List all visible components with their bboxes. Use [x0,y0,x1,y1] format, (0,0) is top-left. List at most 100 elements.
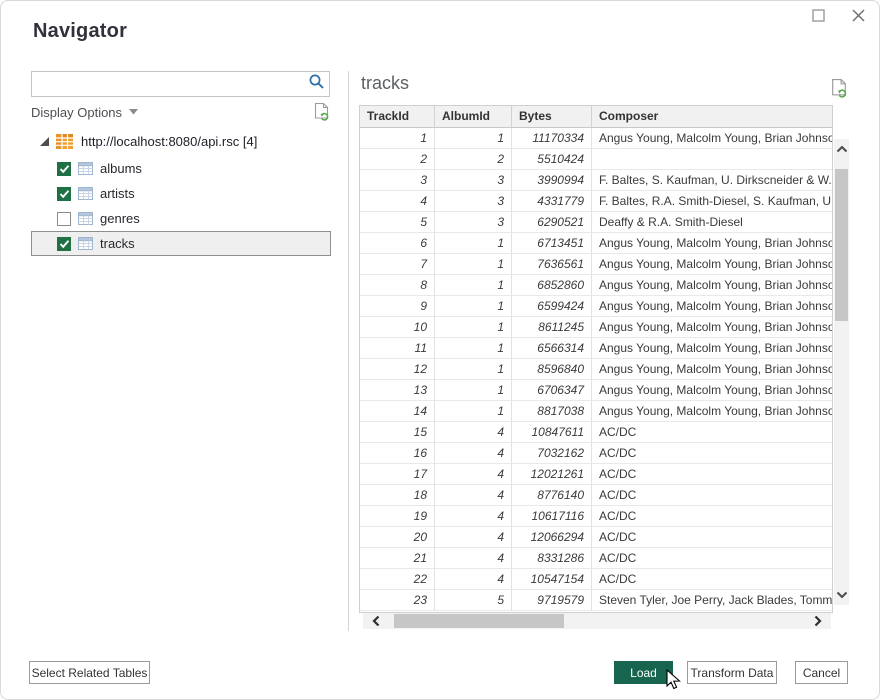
close-button[interactable] [845,5,871,31]
column-header-albumid[interactable]: AlbumId [435,106,512,127]
table-cell: Angus Young, Malcolm Young, Brian Johnso… [592,401,832,421]
cancel-button[interactable]: Cancel [795,661,848,684]
display-options-dropdown[interactable]: Display Options [31,105,122,120]
maximize-button[interactable] [805,5,831,31]
table-row[interactable]: 1316706347Angus Young, Malcolm Young, Br… [360,380,832,401]
checkbox-albums[interactable] [57,162,71,176]
column-header-composer[interactable]: Composer [592,106,832,127]
tree-item-artists[interactable]: artists [31,181,331,206]
preview-table-title: tracks [361,73,409,94]
table-cell: 7032162 [512,443,592,463]
table-cell: 13 [360,380,435,400]
table-row[interactable]: 17412021261AC/DC [360,464,832,485]
table-cell: 19 [360,506,435,526]
table-cell: AC/DC [592,485,832,505]
table-row[interactable]: 19410617116AC/DC [360,506,832,527]
tree-root-source[interactable]: http://localhost:8080/api.rsc [4] [31,129,333,153]
table-cell: 4331779 [512,191,592,211]
vertical-scrollbar[interactable] [834,139,849,605]
search-button[interactable] [303,72,329,96]
table-cell: Angus Young, Malcolm Young, Brian Johnso… [592,359,832,379]
page-title: Navigator [33,20,127,43]
table-cell: AC/DC [592,443,832,463]
table-cell: 11 [360,338,435,358]
table-cell: Angus Young, Malcolm Young, Brian Johnso… [592,128,832,148]
table-row[interactable]: 536290521Deaffy & R.A. Smith-Diesel [360,212,832,233]
column-header-bytes[interactable]: Bytes [512,106,592,127]
table-row[interactable]: 434331779F. Baltes, R.A. Smith-Diesel, S… [360,191,832,212]
table-cell: 10847611 [512,422,592,442]
table-cell: Angus Young, Malcolm Young, Brian Johnso… [592,275,832,295]
search-input[interactable] [32,72,303,96]
chevron-down-icon[interactable] [129,109,138,115]
search-box [31,71,330,97]
maximize-icon [812,9,825,27]
table-cell: 12066294 [512,527,592,547]
table-cell: 1 [435,254,512,274]
table-cell: 1 [360,128,435,148]
table-cell: 4 [435,569,512,589]
table-cell: 4 [435,527,512,547]
scroll-up-icon[interactable] [834,142,849,156]
table-cell: Deaffy & R.A. Smith-Diesel [592,212,832,232]
table-cell: 20 [360,527,435,547]
scroll-down-icon[interactable] [834,588,849,602]
table-row[interactable]: 2359719579Steven Tyler, Joe Perry, Jack … [360,590,832,611]
tree-item-albums[interactable]: albums [31,156,331,181]
table-cell: 1 [435,380,512,400]
checkbox-artists[interactable] [57,187,71,201]
table-row[interactable]: 1848776140AC/DC [360,485,832,506]
refresh-icon[interactable] [313,102,330,126]
table-cell: 6290521 [512,212,592,232]
column-header-trackid[interactable]: TrackId [360,106,435,127]
expand-collapse-icon[interactable] [40,137,50,146]
table-row[interactable]: 333990994F. Baltes, S. Kaufman, U. Dirks… [360,170,832,191]
table-cell: 4 [360,191,435,211]
table-cell: AC/DC [592,527,832,547]
source-url-label: http://localhost:8080/api.rsc [4] [81,134,257,149]
table-cell [592,149,832,169]
checkbox-tracks[interactable] [57,237,71,251]
table-row[interactable]: 616713451Angus Young, Malcolm Young, Bri… [360,233,832,254]
table-row[interactable]: 225510424 [360,149,832,170]
table-cell: 4 [435,464,512,484]
horizontal-scrollbar[interactable] [363,613,831,629]
table-cell: Angus Young, Malcolm Young, Brian Johnso… [592,380,832,400]
tree-item-genres[interactable]: genres [31,206,331,231]
table-row[interactable]: 1418817038Angus Young, Malcolm Young, Br… [360,401,832,422]
load-button[interactable]: Load [614,661,673,684]
table-row[interactable]: 1647032162AC/DC [360,443,832,464]
table-cell: 3 [360,170,435,190]
table-cell: 7 [360,254,435,274]
table-cell: 6706347 [512,380,592,400]
table-icon [78,162,93,175]
checkbox-genres[interactable] [57,212,71,226]
table-cell: 9 [360,296,435,316]
table-row[interactable]: 1018611245Angus Young, Malcolm Young, Br… [360,317,832,338]
vertical-scrollbar-thumb[interactable] [835,169,848,321]
scroll-left-icon[interactable] [369,614,383,628]
scroll-right-icon[interactable] [811,614,825,628]
transform-data-button[interactable]: Transform Data [687,661,777,684]
table-row[interactable]: 916599424Angus Young, Malcolm Young, Bri… [360,296,832,317]
table-row[interactable]: 1116566314Angus Young, Malcolm Young, Br… [360,338,832,359]
table-row[interactable]: 15410847611AC/DC [360,422,832,443]
table-row[interactable]: 717636561Angus Young, Malcolm Young, Bri… [360,254,832,275]
table-cell: 3 [435,191,512,211]
preview-refresh-icon[interactable] [830,78,848,103]
table-row[interactable]: 20412066294AC/DC [360,527,832,548]
table-cell: 5 [360,212,435,232]
table-row[interactable]: 1111170334Angus Young, Malcolm Young, Br… [360,128,832,149]
table-cell: 10547154 [512,569,592,589]
table-row[interactable]: 2148331286AC/DC [360,548,832,569]
table-row[interactable]: 1218596840Angus Young, Malcolm Young, Br… [360,359,832,380]
table-row[interactable]: 22410547154AC/DC [360,569,832,590]
tree-item-tracks[interactable]: tracks [31,231,331,256]
table-cell: 8817038 [512,401,592,421]
select-related-tables-button[interactable]: Select Related Tables [29,661,150,684]
horizontal-scrollbar-thumb[interactable] [394,614,564,628]
table-cell: 21 [360,548,435,568]
table-cell: 4 [435,443,512,463]
table-row[interactable]: 816852860Angus Young, Malcolm Young, Bri… [360,275,832,296]
table-cell: 1 [435,338,512,358]
